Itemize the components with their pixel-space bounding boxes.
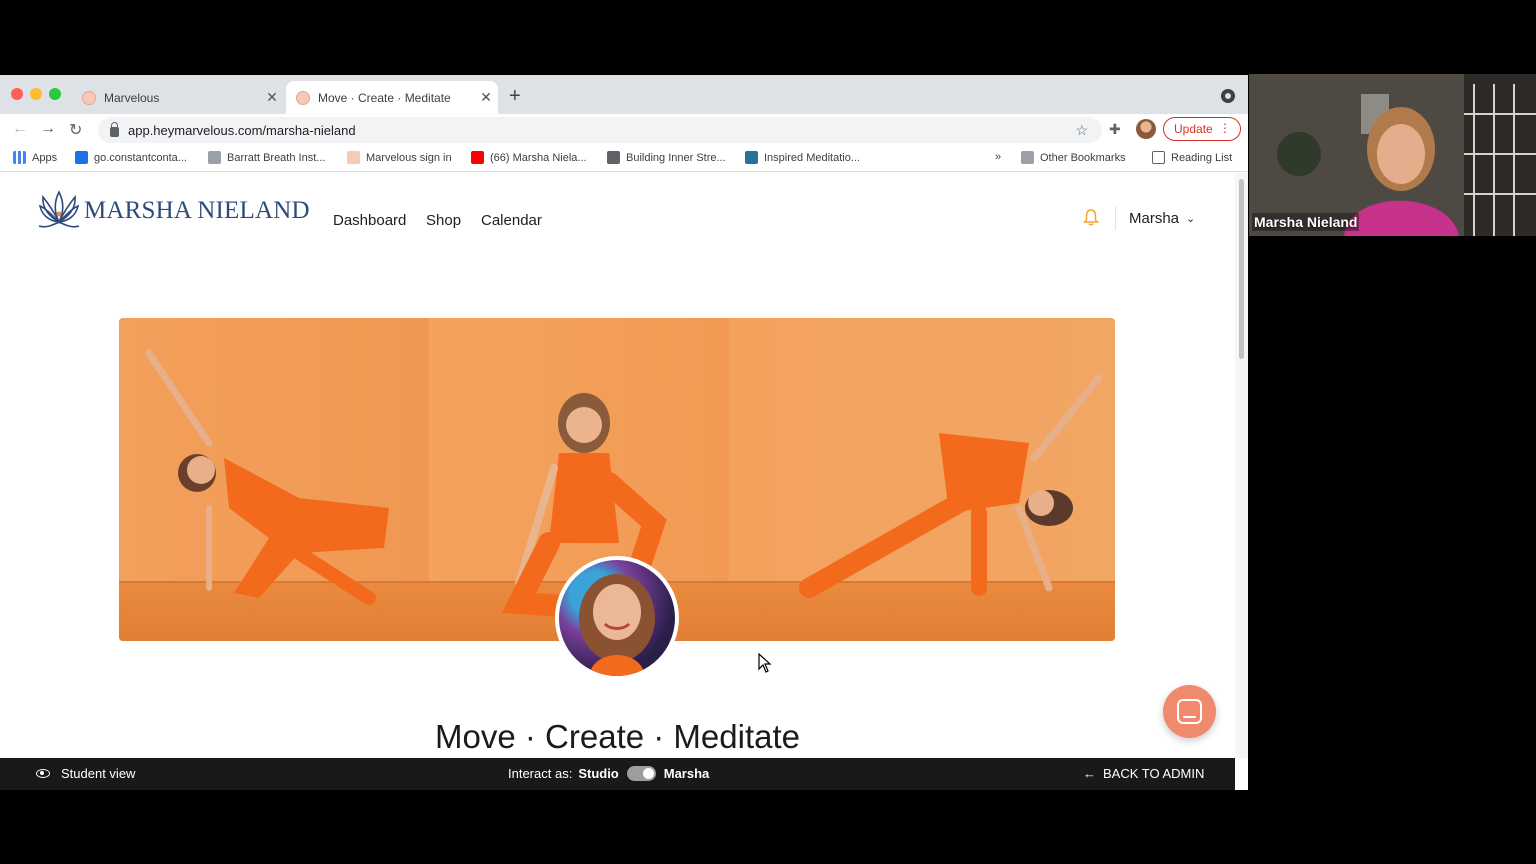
minimize-window-button[interactable] xyxy=(30,88,42,100)
webcam-scene xyxy=(1249,74,1536,236)
bookmark-barratt[interactable]: Barratt Breath Inst... xyxy=(208,151,325,164)
bookmark-building-inner[interactable]: Building Inner Stre... xyxy=(607,151,726,164)
site-logo[interactable]: MARSHA NIELAND xyxy=(37,188,310,234)
back-to-admin-button[interactable]: ← BACK TO ADMIN xyxy=(1083,766,1204,781)
mouse-cursor-icon xyxy=(758,653,772,673)
video-feed: Marsha Nieland xyxy=(1249,74,1536,236)
youtube-icon xyxy=(471,151,484,164)
tab-strip: Marvelous ✕ Move · Create · Meditate ✕ + xyxy=(0,75,1248,114)
studio-option[interactable]: Studio xyxy=(578,766,618,781)
back-arrow-icon[interactable]: ← xyxy=(12,120,28,138)
extensions-puzzle-icon[interactable]: ✚ xyxy=(1109,121,1121,138)
banner-panel-right xyxy=(729,318,1115,641)
reading-list[interactable]: Reading List xyxy=(1152,151,1232,164)
interact-as-label: Interact as: xyxy=(508,766,573,781)
barratt-icon xyxy=(208,151,221,164)
wordpress-icon xyxy=(745,151,758,164)
url-text: app.heymarvelous.com/marsha-nieland xyxy=(128,122,356,138)
bookmarks-bar: Apps go.constantconta... Barratt Breath … xyxy=(0,144,1248,172)
maximize-window-button[interactable] xyxy=(49,88,61,100)
chat-button[interactable] xyxy=(1163,685,1216,738)
student-view-indicator[interactable]: Student view xyxy=(36,766,135,781)
browser-toolbar: ← → ↻ app.heymarvelous.com/marsha-nielan… xyxy=(0,114,1248,144)
page-headline: Move · Create · Meditate xyxy=(435,718,800,755)
scrollbar-thumb[interactable] xyxy=(1239,179,1244,359)
bookmark-star-icon[interactable]: ☆ xyxy=(1075,122,1088,139)
page-scrollbar[interactable] xyxy=(1235,173,1248,758)
lotus-logo-icon xyxy=(38,190,80,228)
user-name: Marsha xyxy=(1129,210,1180,227)
tab-title: Move · Create · Meditate xyxy=(318,90,451,105)
marvelous-favicon-icon xyxy=(82,90,96,105)
media-control-icon[interactable] xyxy=(1221,89,1235,103)
update-label: Update xyxy=(1174,122,1213,136)
banner-panel-left xyxy=(119,318,429,641)
other-bookmarks[interactable]: Other Bookmarks xyxy=(1021,151,1126,164)
user-menu[interactable]: Marsha ⌄ xyxy=(1129,210,1195,227)
globe-icon xyxy=(607,151,620,164)
nav-calendar[interactable]: Calendar xyxy=(481,212,542,229)
nav-dashboard[interactable]: Dashboard xyxy=(333,212,406,229)
interact-as-switch: Interact as: Studio Marsha xyxy=(508,766,709,781)
tab-close-icon[interactable]: ✕ xyxy=(260,89,284,106)
update-button[interactable]: Update ⋮ xyxy=(1163,117,1241,141)
header-divider xyxy=(1115,206,1116,230)
kebab-menu-icon[interactable]: ⋮ xyxy=(1219,121,1231,135)
bookmark-constant-contact[interactable]: go.constantconta... xyxy=(75,151,187,164)
brand-name: MARSHA NIELAND xyxy=(84,197,310,224)
close-window-button[interactable] xyxy=(11,88,23,100)
address-bar[interactable]: app.heymarvelous.com/marsha-nieland ☆ xyxy=(98,117,1102,143)
tab-title: Marvelous xyxy=(104,90,160,105)
chat-bubble-icon xyxy=(1177,699,1202,724)
nav-shop[interactable]: Shop xyxy=(426,212,461,229)
browser-window: Marvelous ✕ Move · Create · Meditate ✕ +… xyxy=(0,75,1248,790)
marvelous-icon xyxy=(347,151,360,164)
reload-icon[interactable]: ↻ xyxy=(69,120,82,140)
bookmark-inspired-meditation[interactable]: Inspired Meditatio... xyxy=(745,151,860,164)
student-view-label: Student view xyxy=(61,766,136,781)
lock-icon xyxy=(110,121,119,137)
tab-marvelous[interactable]: Marvelous ✕ xyxy=(72,81,284,114)
bookmark-marvelous[interactable]: Marvelous sign in xyxy=(347,151,452,164)
participant-name: Marsha Nieland xyxy=(1252,213,1360,231)
chevron-down-icon: ⌄ xyxy=(1186,213,1196,225)
page-content: MARSHA NIELAND Dashboard Shop Calendar M… xyxy=(0,173,1235,758)
interact-as-toggle[interactable] xyxy=(626,766,656,781)
bookmark-youtube[interactable]: (66) Marsha Niela... xyxy=(471,151,587,164)
forward-arrow-icon[interactable]: → xyxy=(40,120,56,138)
profile-avatar[interactable] xyxy=(1136,119,1156,139)
tab-close-icon[interactable]: ✕ xyxy=(474,89,498,106)
marvelous-favicon-icon xyxy=(296,90,310,105)
new-tab-icon[interactable]: + xyxy=(509,85,521,108)
bookmark-apps[interactable]: Apps xyxy=(13,151,57,164)
tab-move-create-meditate[interactable]: Move · Create · Meditate ✕ xyxy=(286,81,498,114)
apps-grid-icon xyxy=(13,151,26,164)
yoga-pose-left-figure xyxy=(145,349,389,605)
bookmarks-overflow-icon[interactable]: » xyxy=(995,151,1001,163)
reading-list-icon xyxy=(1152,151,1165,164)
back-to-admin-label: BACK TO ADMIN xyxy=(1103,766,1205,781)
admin-bar: Student view Interact as: Studio Marsha … xyxy=(0,758,1235,790)
side-plank-figure xyxy=(799,374,1103,598)
notification-bell-icon[interactable] xyxy=(1083,208,1099,226)
folder-icon xyxy=(1021,151,1034,164)
person-option[interactable]: Marsha xyxy=(664,766,710,781)
constant-contact-icon xyxy=(75,151,88,164)
arrow-left-icon: ← xyxy=(1083,766,1096,781)
eye-icon xyxy=(36,769,50,778)
screen: Marvelous ✕ Move · Create · Meditate ✕ +… xyxy=(0,0,1536,864)
profile-avatar-photo xyxy=(555,556,679,680)
